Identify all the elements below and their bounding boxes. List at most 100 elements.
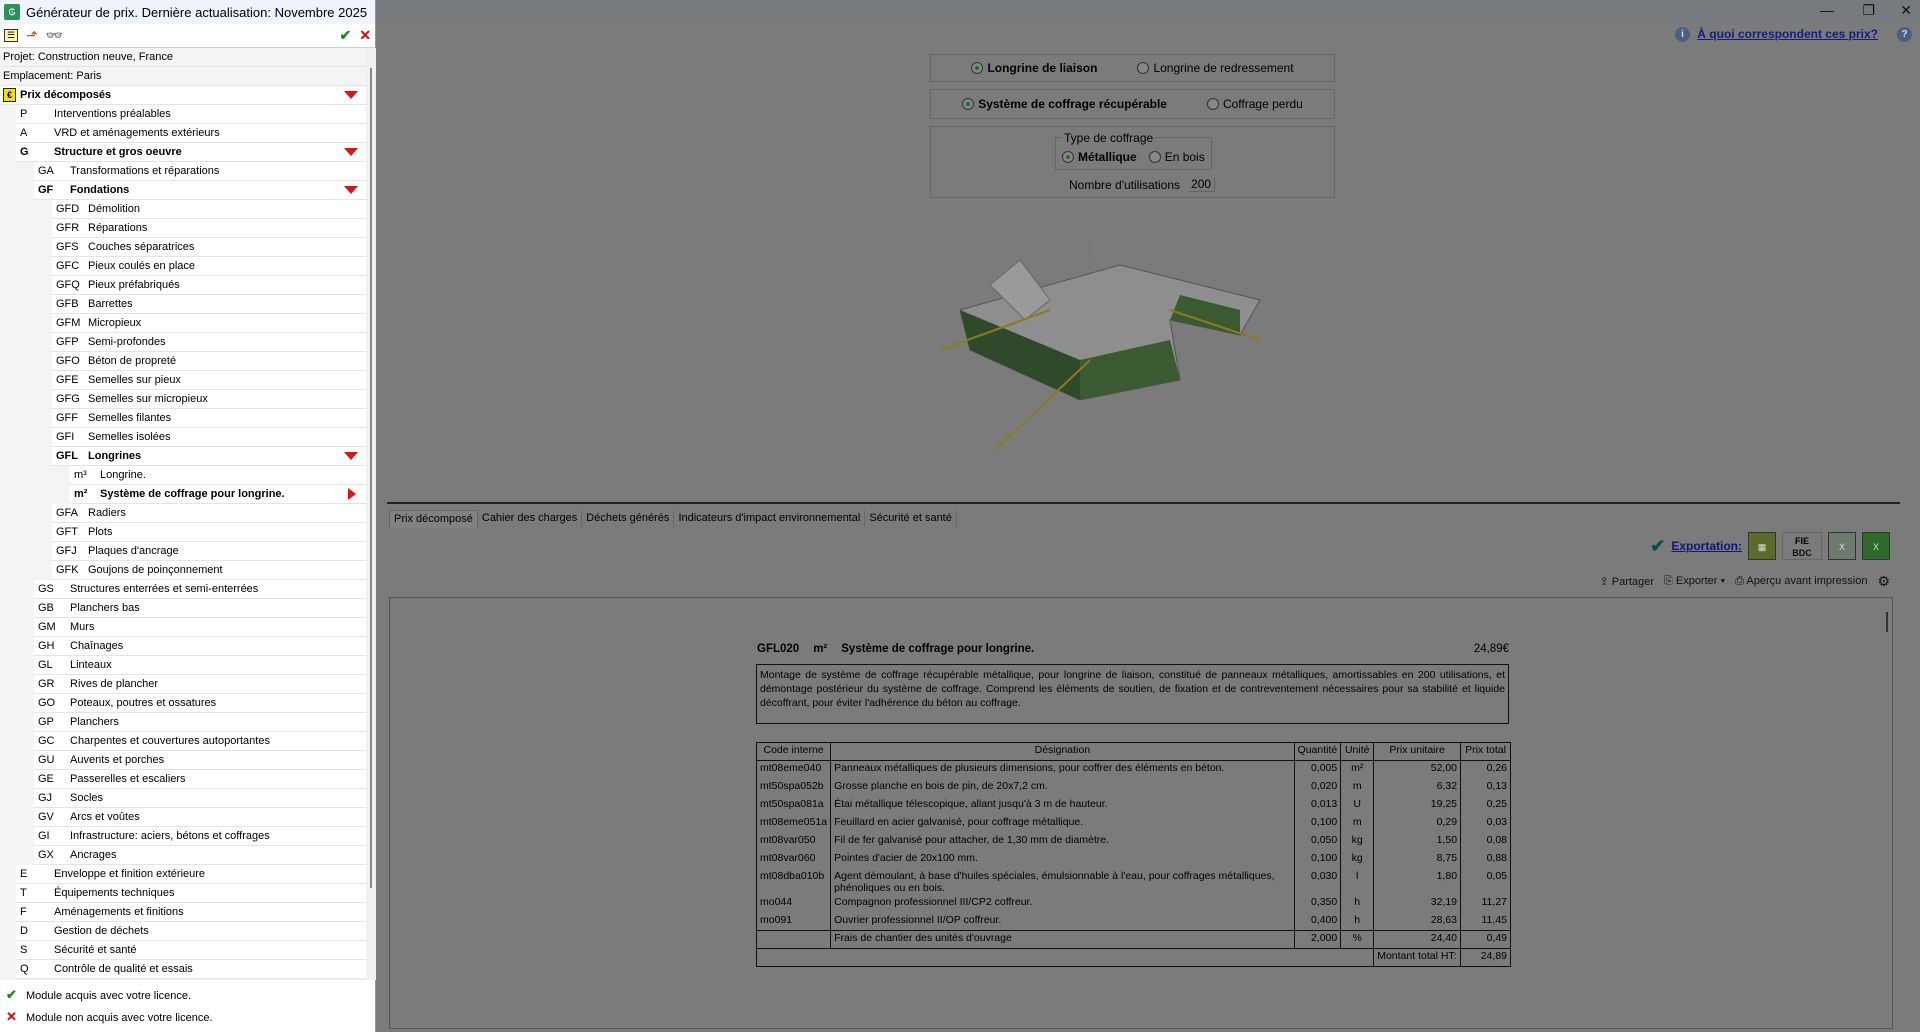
tab-dechets-generes[interactable]: Déchets générés [582, 510, 675, 528]
tree-item-label: Plaques d'ancrage [88, 545, 179, 557]
tree-item[interactable]: GB Planchers bas [34, 599, 366, 618]
tree-item[interactable]: GFQ Pieux préfabriqués [52, 276, 366, 295]
accept-icon[interactable]: ✔ [340, 27, 352, 44]
price-help-link[interactable]: À quoi correspondent ces prix? [1697, 27, 1878, 41]
legend-acquired: Module acquis avec votre licence. [26, 990, 192, 1002]
fie-bdc-export-icon[interactable]: FIE BDC [1782, 532, 1822, 560]
tree-item[interactable]: GFE Semelles sur pieux [52, 371, 366, 390]
tree-item[interactable]: F Aménagements et finitions [16, 903, 366, 922]
item-title: Système de coffrage pour longrine. [841, 643, 1035, 655]
tree-item[interactable]: P Interventions préalables [16, 105, 366, 124]
collapse-arrow-icon[interactable] [344, 91, 358, 99]
tree-item[interactable]: GFG Semelles sur micropieux [52, 390, 366, 409]
radio-coffrage-perdu[interactable]: Coffrage perdu [1206, 97, 1303, 111]
radio-longrine-redressement[interactable]: Longrine de redressement [1137, 61, 1294, 75]
settings-icon[interactable]: ⚙ [1877, 573, 1890, 590]
tree-item[interactable]: GFJ Plaques d'ancrage [52, 542, 366, 561]
tree-item[interactable]: GL Linteaux [34, 656, 366, 675]
tree-item-code: m³ [74, 469, 87, 481]
print-preview-button[interactable]: ⎙ Aperçu avant impression [1735, 575, 1867, 588]
tree-item[interactable]: GR Rives de plancher [34, 675, 366, 694]
panel-divider[interactable] [387, 502, 1900, 504]
tree-item[interactable]: G Structure et gros oeuvre [16, 143, 366, 162]
tree-item[interactable]: GX Ancrages [34, 846, 366, 865]
tree-item[interactable]: E Enveloppe et finition extérieure [16, 865, 366, 884]
tree-item[interactable]: GS Structures enterrées et semi-enterrées [34, 580, 366, 599]
tree-item[interactable]: GH Chaînages [34, 637, 366, 656]
tree-item[interactable]: GC Charpentes et couvertures autoportante… [34, 732, 366, 751]
up-level-icon[interactable]: ⬏ [26, 27, 38, 44]
document-scrollbar[interactable] [1886, 612, 1888, 632]
tree-item[interactable]: GFS Couches séparatrices [52, 238, 366, 257]
legend-not-acquired: Module non acquis avec votre licence. [26, 1012, 213, 1024]
tree-item[interactable]: GM Murs [34, 618, 366, 637]
uses-input[interactable]: 200 [1188, 177, 1216, 192]
collapse-arrow-icon[interactable] [344, 452, 358, 460]
table-cell: 1,50 [1373, 832, 1462, 851]
close-icon[interactable]: ✕ [359, 27, 371, 44]
tree-item[interactable]: GFI Semelles isolées [52, 428, 366, 447]
excel-icon[interactable]: X [1862, 532, 1890, 560]
restore-icon[interactable]: ❐ [1862, 2, 1875, 19]
tree-item[interactable]: GFO Béton de propreté [52, 352, 366, 371]
tab-cahier-des-charges[interactable]: Cahier des charges [478, 510, 583, 528]
tree-item[interactable]: GFB Barrettes [52, 295, 366, 314]
export-button[interactable]: ⎘ Exporter ▾ [1664, 575, 1725, 588]
tree-item[interactable]: GFM Micropieux [52, 314, 366, 333]
tree-item[interactable]: GFL Longrines [52, 447, 366, 466]
tab-securite-sante[interactable]: Sécurité et santé [865, 510, 957, 528]
tree-item[interactable]: GJ Socles [34, 789, 366, 808]
tree-item[interactable]: GFC Pieux coulés en place [52, 257, 366, 276]
table-cell: 0,26 [1460, 760, 1511, 779]
minimize-icon[interactable]: — [1820, 2, 1834, 18]
share-button[interactable]: ⇪ Partager [1600, 575, 1654, 588]
table-row: mt08eme040 Panneaux métalliques de plusie… [755, 760, 1511, 779]
tree-item[interactable]: GFR Réparations [52, 219, 366, 238]
table-row: mo091 Ouvrier professionnel II/OP coffreu… [755, 912, 1511, 931]
window-close-icon[interactable]: ✕ [1900, 2, 1912, 19]
tree-item[interactable]: m² Système de coffrage pour longrine. [70, 485, 366, 504]
help-icon[interactable]: ? [1897, 27, 1912, 42]
tree-item[interactable]: D Gestion de déchets [16, 922, 366, 941]
tree-item[interactable]: GI Infrastructure: aciers, bétons et coff… [34, 827, 366, 846]
tree-item[interactable]: GU Auvents et porches [34, 751, 366, 770]
tree-item[interactable]: A VRD et aménagements extérieurs [16, 124, 366, 143]
tree-item[interactable]: GFT Plots [52, 523, 366, 542]
export-link[interactable]: Exportation: [1671, 539, 1742, 553]
collapse-arrow-icon[interactable] [344, 148, 358, 156]
tree-item-label: Pieux coulés en place [88, 260, 196, 272]
tree-item[interactable]: GP Planchers [34, 713, 366, 732]
tree-item[interactable]: m³ Longrine. [70, 466, 366, 485]
tab-prix-decompose[interactable]: Prix décomposé [389, 510, 478, 528]
list-view-icon[interactable]: ☰ [4, 29, 19, 42]
tree-item[interactable]: GFK Goujons de poinçonnement [52, 561, 366, 580]
tree-item[interactable]: GO Poteaux, poutres et ossatures [34, 694, 366, 713]
formwork-options-box: Type de coffrage Métallique En bois Nomb… [930, 126, 1335, 198]
binoculars-icon[interactable]: 👓 [46, 27, 63, 44]
radio-metallique[interactable]: Métallique [1062, 150, 1137, 164]
tree-item[interactable]: GFP Semi-profondes [52, 333, 366, 352]
tree-item[interactable]: GFA Radiers [52, 504, 366, 523]
project-info: Projet: Construction neuve, France [0, 48, 366, 67]
table-cell: 11,27 [1460, 894, 1511, 913]
collapse-arrow-icon[interactable] [344, 186, 358, 194]
selected-arrow-icon[interactable] [348, 488, 356, 500]
tree-item[interactable]: GF Fondations [34, 181, 366, 200]
tree-item[interactable]: Q Contrôle de qualité et essais [16, 960, 366, 979]
radio-longrine-liaison[interactable]: Longrine de liaison [971, 61, 1097, 75]
tree-item[interactable]: GFF Semelles filantes [52, 409, 366, 428]
tree-item[interactable]: T Équipements techniques [16, 884, 366, 903]
tree-item[interactable]: GV Arcs et voûtes [34, 808, 366, 827]
excel-export-icon[interactable]: X [1828, 532, 1856, 560]
radio-en-bois[interactable]: En bois [1148, 150, 1205, 164]
tree-item[interactable]: S Sécurité et santé [16, 941, 366, 960]
tree-item[interactable]: € Prix décomposés [0, 86, 366, 105]
radio-recuperable[interactable]: Système de coffrage récupérable [962, 97, 1167, 111]
calculator-export-icon[interactable]: ▦ [1748, 532, 1776, 560]
tab-indicateurs-impact[interactable]: Indicateurs d'impact environnemental [674, 510, 866, 528]
table-cell: 2,000 [1293, 930, 1342, 949]
tree-scrollbar[interactable] [366, 48, 376, 980]
tree-item[interactable]: GE Passerelles et escaliers [34, 770, 366, 789]
tree-item[interactable]: GA Transformations et réparations [34, 162, 366, 181]
tree-item[interactable]: GFD Démolition [52, 200, 366, 219]
